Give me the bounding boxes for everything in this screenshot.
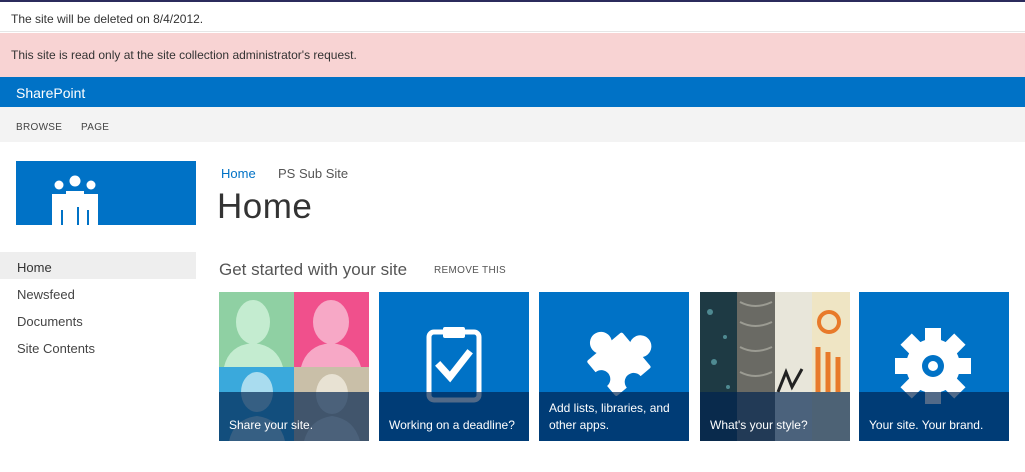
breadcrumb-current: PS Sub Site [278,166,349,181]
quick-launch-documents[interactable]: Documents [0,306,196,333]
ribbon: BROWSE PAGE [0,107,1025,142]
deletion-notice-text: The site will be deleted on 8/4/2012. [11,12,204,26]
tile-caption: Add lists, libraries, and other apps. [539,392,689,441]
tile-working-on-deadline[interactable]: Working on a deadline? [379,292,529,441]
tile-share-your-site[interactable]: Share your site. [219,292,369,441]
get-started-title: Get started with your site [219,260,408,279]
suite-bar: SharePoint [0,77,1025,107]
tile-caption-text: Working on a deadline? [389,418,515,432]
site-logo[interactable] [16,161,196,225]
tile-caption: Share your site. [219,392,369,441]
tile-caption-text: Add lists, libraries, and other apps. [549,401,670,432]
tile-caption: Working on a deadline? [379,392,529,441]
breadcrumb: Home PS Sub Site [221,166,348,181]
ribbon-tab-browse[interactable]: BROWSE [16,122,62,133]
tile-caption: What's your style? [700,392,850,441]
tile-caption-text: Your site. Your brand. [869,418,984,432]
sharepoint-brand-link[interactable]: SharePoint [16,85,85,101]
breadcrumb-home-link[interactable]: Home [221,166,256,181]
remove-this-link[interactable]: REMOVE THIS [434,265,506,276]
status-bar: This site is read only at the site colle… [0,33,1025,77]
tile-your-brand[interactable]: Your site. Your brand. [859,292,1009,441]
status-bar-text: This site is read only at the site colle… [11,48,357,62]
tile-caption-text: Share your site. [229,418,314,432]
quick-launch-newsfeed[interactable]: Newsfeed [0,279,196,306]
quick-launch: Home Newsfeed Documents Site Contents [0,252,196,360]
quick-launch-home[interactable]: Home [0,252,196,279]
tile-whats-your-style[interactable]: What's your style? [700,292,850,441]
people-icon [52,175,98,225]
deletion-notice: The site will be deleted on 8/4/2012. [0,4,1025,32]
page-title: Home [217,187,313,226]
tile-caption-text: What's your style? [710,418,808,432]
tile-add-lists-libraries[interactable]: Add lists, libraries, and other apps. [539,292,689,441]
quick-launch-site-contents[interactable]: Site Contents [0,333,196,360]
tile-caption: Your site. Your brand. [859,392,1009,441]
ribbon-tab-page[interactable]: PAGE [81,122,109,133]
